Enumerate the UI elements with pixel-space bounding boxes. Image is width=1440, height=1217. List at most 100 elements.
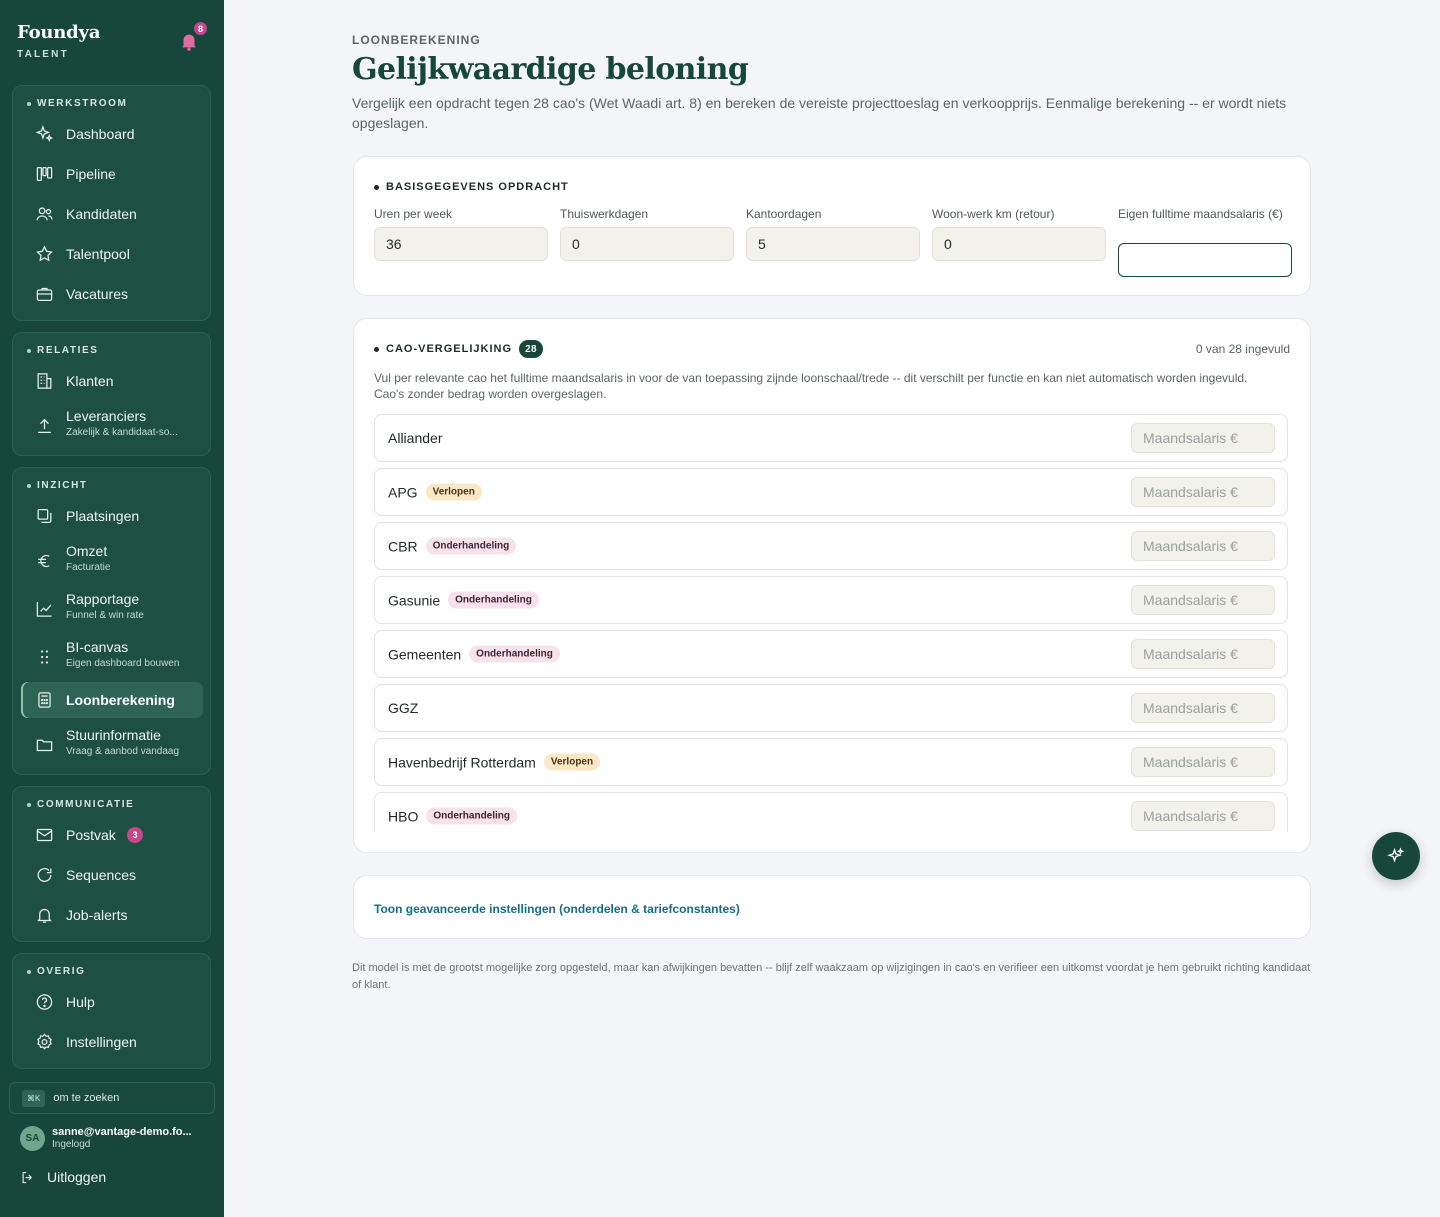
sidebar-item-rapportage[interactable]: Rapportage Funnel & win rate — [21, 590, 203, 628]
cao-description: Vul per relevante cao het fulltime maand… — [374, 371, 1248, 401]
sidebar-item-stuurinformatie[interactable]: Stuurinformatie Vraag & aanbod vandaag — [21, 726, 203, 764]
sidebar-item-vacatures[interactable]: Vacatures — [21, 276, 203, 312]
field-label-eigen-salaris: Eigen fulltime maandsalaris (€) — [1118, 207, 1283, 221]
status-badge: Onderhandeling — [425, 537, 517, 555]
sidebar-item-label: Plaatsingen — [66, 508, 140, 524]
section-title: COMMUNICATIE — [37, 799, 135, 810]
sidebar-item-postvak[interactable]: Postvak 3 — [21, 817, 203, 853]
status-badge: Verlopen — [425, 483, 482, 501]
cao-name: HBO — [388, 808, 419, 824]
card-title: BASISGEGEVENS OPDRACHT — [386, 181, 569, 193]
sidebar-item-kandidaten[interactable]: Kandidaten — [21, 196, 203, 232]
sidebar-item-sublabel: Zakelijk & kandidaat-so... — [66, 427, 178, 438]
grid-dots-icon — [35, 648, 54, 667]
sidebar-item-sublabel: Facturatie — [66, 562, 111, 573]
sidebar-item-loonberekening[interactable]: Loonberekening — [21, 682, 203, 718]
refresh-icon — [35, 866, 54, 885]
briefcase-icon — [35, 285, 54, 304]
sidebar-item-label: Leveranciers — [66, 408, 147, 424]
kanban-icon — [35, 165, 54, 184]
logout-icon — [20, 1170, 35, 1185]
maandsalaris-input[interactable]: Maandsalaris € — [1131, 531, 1275, 561]
gear-icon — [35, 1033, 54, 1052]
sidebar-item-label: Instellingen — [66, 1034, 137, 1050]
cao-name: Alliander — [388, 430, 443, 446]
status-badge: Verlopen — [543, 753, 601, 771]
cao-row: APG Verlopen Maandsalaris € — [374, 468, 1288, 516]
cao-name: GGZ — [388, 700, 419, 716]
maandsalaris-input[interactable]: Maandsalaris € — [1131, 477, 1275, 507]
sidebar-item-pipeline[interactable]: Pipeline — [21, 156, 203, 192]
sidebar: Foundya TALENT 8 WERKSTROOM Dashboard Pi… — [0, 0, 224, 1217]
status-badge: Onderhandeling — [469, 645, 560, 663]
sidebar-item-label: Stuurinformatie — [66, 727, 161, 743]
upload-icon — [35, 417, 54, 436]
sidebar-item-hulp[interactable]: Hulp — [21, 984, 203, 1020]
brand-logo[interactable]: Foundya TALENT — [17, 22, 100, 60]
brand-sub: TALENT — [17, 49, 69, 60]
brand-name: Foundya — [17, 22, 101, 43]
kantoordagen-input[interactable]: 5 — [746, 227, 920, 261]
sidebar-item-bi-canvas[interactable]: BI-canvas Eigen dashboard bouwen — [21, 638, 203, 676]
folder-icon — [35, 736, 54, 755]
cao-row: Alliander Maandsalaris € — [374, 414, 1288, 462]
cao-row: Gemeenten Onderhandeling Maandsalaris € — [374, 630, 1288, 678]
section-title: INZICHT — [37, 480, 88, 491]
sidebar-item-label: Dashboard — [66, 126, 135, 142]
sidebar-item-label: Rapportage — [66, 591, 140, 607]
sidebar-item-omzet[interactable]: Omzet Facturatie — [21, 542, 203, 580]
maandsalaris-input[interactable]: Maandsalaris € — [1131, 693, 1275, 723]
cao-name: CBR — [388, 538, 418, 554]
maandsalaris-input[interactable]: Maandsalaris € — [1131, 585, 1275, 615]
sidebar-item-klanten[interactable]: Klanten — [21, 363, 203, 399]
sidebar-item-label: Kandidaten — [66, 206, 137, 222]
sidebar-item-label: Loonberekening — [66, 692, 175, 708]
field-label-thuiswerkdagen: Thuiswerkdagen — [560, 207, 649, 221]
cao-list[interactable]: Alliander Maandsalaris € APG Verlopen Maa… — [374, 414, 1288, 832]
cao-name: Havenbedrijf Rotterdam — [388, 754, 536, 770]
sidebar-item-sequences[interactable]: Sequences — [21, 857, 203, 893]
sidebar-item-leveranciers[interactable]: Leveranciers Zakelijk & kandidaat-so... — [21, 407, 203, 445]
users-icon — [35, 205, 54, 224]
uren-per-week-input[interactable]: 36 — [374, 227, 548, 261]
sidebar-item-talentpool[interactable]: Talentpool — [21, 236, 203, 272]
cao-card: CAO-VERGELIJKING 28 0 van 28 ingevuld Vu… — [353, 318, 1311, 853]
building-icon — [35, 372, 54, 391]
sidebar-item-sublabel: Eigen dashboard bouwen — [66, 658, 180, 669]
avatar: SA — [20, 1126, 45, 1151]
sidebar-item-label: Hulp — [66, 994, 95, 1010]
mail-icon — [35, 826, 54, 845]
sidebar-item-job-alerts[interactable]: Job-alerts — [21, 897, 203, 933]
sidebar-item-label: BI-canvas — [66, 639, 129, 655]
card-title: CAO-VERGELIJKING — [386, 343, 513, 355]
maandsalaris-input[interactable]: Maandsalaris € — [1131, 639, 1275, 669]
logout-button[interactable]: Uitloggen — [20, 1169, 106, 1185]
sidebar-item-label: Postvak — [66, 827, 116, 843]
section-title: OVERIG — [37, 966, 86, 977]
maandsalaris-input[interactable]: Maandsalaris € — [1131, 423, 1275, 453]
status-badge: Onderhandeling — [426, 807, 518, 825]
sidebar-item-label: Pipeline — [66, 166, 116, 182]
sidebar-item-plaatsingen[interactable]: Plaatsingen — [21, 498, 203, 534]
cao-count-badge: 28 — [519, 340, 544, 358]
help-circle-icon — [35, 993, 54, 1012]
advanced-settings-link[interactable]: Toon geavanceerde instellingen (onderdel… — [374, 902, 740, 916]
cao-row: CBR Onderhandeling Maandsalaris € — [374, 522, 1288, 570]
command-search-button[interactable]: ⌘K om te zoeken — [9, 1082, 215, 1114]
cao-name: Gasunie — [388, 592, 441, 608]
eigen-maandsalaris-input[interactable] — [1118, 243, 1292, 277]
cao-row: GGZ Maandsalaris € — [374, 684, 1288, 732]
nav-section-inzicht: INZICHT Plaatsingen Omzet Facturatie Rap… — [12, 467, 211, 775]
unread-badge: 3 — [127, 827, 143, 843]
maandsalaris-input[interactable]: Maandsalaris € — [1131, 747, 1275, 777]
nav-section-communicatie: COMMUNICATIE Postvak 3 Sequences Job-ale… — [12, 786, 211, 942]
maandsalaris-input[interactable]: Maandsalaris € — [1131, 801, 1275, 831]
field-label-kantoordagen: Kantoordagen — [746, 207, 822, 221]
sidebar-item-dashboard[interactable]: Dashboard — [21, 116, 203, 152]
thuiswerkdagen-input[interactable]: 0 — [560, 227, 734, 261]
sparkles-icon — [35, 124, 54, 144]
logout-label: Uitloggen — [47, 1169, 107, 1185]
woon-werk-km-input[interactable]: 0 — [932, 227, 1106, 261]
ai-assistant-button[interactable] — [1372, 832, 1420, 880]
sidebar-item-instellingen[interactable]: Instellingen — [21, 1024, 203, 1060]
